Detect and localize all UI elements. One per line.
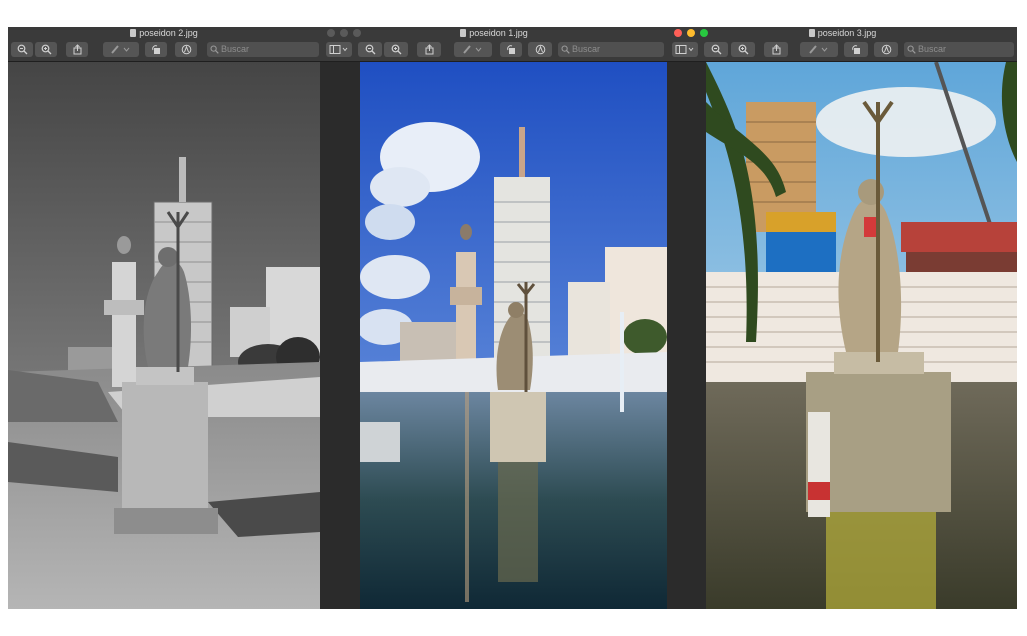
window-titlebar[interactable]: poseidon 1.jpg [320,27,668,39]
zoom-in-icon [41,44,51,55]
rotate-icon [151,45,160,54]
image-view [8,62,320,609]
photo-poseidon-bw [8,62,320,609]
zoom-out-icon [17,44,27,55]
window-title: poseidon 1.jpg [469,28,528,38]
pen-icon [111,45,130,54]
close-button[interactable] [674,29,682,37]
search-icon [210,45,219,54]
markup-button[interactable] [528,42,552,57]
preview-window-middle: poseidon 1.jpg Buscar [320,27,668,609]
image-view [320,62,668,609]
zoom-in-button[interactable] [384,42,408,57]
search-placeholder: Buscar [221,44,250,54]
document-icon [460,29,467,37]
zoom-out-icon [365,44,375,55]
share-button[interactable] [66,42,88,57]
window-titlebar[interactable]: poseidon 2.jpg [8,27,320,39]
close-button[interactable] [327,29,335,37]
share-button[interactable] [764,42,788,57]
zoom-in-button[interactable] [35,42,57,57]
pen-icon [809,45,828,54]
search-icon [561,45,570,54]
zoom-out-icon [711,44,721,55]
search-field[interactable]: Buscar [207,42,319,57]
markup-button[interactable] [874,42,898,57]
markup-icon [881,44,891,55]
rotate-icon [506,45,515,54]
search-field[interactable]: Buscar [558,42,664,57]
markup-icon [535,44,545,55]
search-placeholder: Buscar [572,44,601,54]
toolbar: Buscar [320,39,668,62]
zoom-in-button[interactable] [731,42,755,57]
share-icon [425,44,433,55]
rotate-icon [851,45,860,54]
photo-poseidon-color [360,62,667,609]
rotate-button[interactable] [500,42,522,57]
search-icon [907,45,916,54]
minimize-button[interactable] [687,29,695,37]
search-placeholder: Buscar [918,44,947,54]
zoom-in-icon [738,44,748,55]
zoom-button[interactable] [353,29,361,37]
document-icon [808,29,815,37]
zoom-in-icon [391,44,401,55]
photo-poseidon-vivid [706,62,1017,609]
zoom-out-button[interactable] [11,42,33,57]
sidebar-button[interactable] [326,42,352,57]
window-titlebar[interactable]: poseidon 3.jpg [668,27,1017,39]
share-icon [772,44,780,55]
markup-button[interactable] [175,42,197,57]
zoom-button[interactable] [700,29,708,37]
pen-button[interactable] [800,42,838,57]
pen-button[interactable] [103,42,139,57]
minimize-button[interactable] [340,29,348,37]
image-view [668,62,1017,609]
window-title: poseidon 2.jpg [139,28,198,38]
sidebar-icon [329,45,348,54]
toolbar: Buscar [8,39,320,62]
markup-icon [181,44,191,55]
toolbar: Buscar [668,39,1017,62]
preview-window-right: poseidon 3.jpg Buscar [668,27,1017,609]
pen-icon [463,45,482,54]
window-title: poseidon 3.jpg [817,28,877,38]
sidebar-button[interactable] [672,42,698,57]
document-icon [130,29,137,37]
rotate-button[interactable] [145,42,167,57]
search-field[interactable]: Buscar [904,42,1014,57]
share-icon [73,44,81,55]
zoom-out-button[interactable] [704,42,728,57]
rotate-button[interactable] [844,42,868,57]
share-button[interactable] [417,42,441,57]
zoom-out-button[interactable] [358,42,382,57]
sidebar-icon [675,45,694,54]
pen-button[interactable] [454,42,492,57]
preview-window-left: poseidon 2.jpg Buscar [8,27,320,609]
